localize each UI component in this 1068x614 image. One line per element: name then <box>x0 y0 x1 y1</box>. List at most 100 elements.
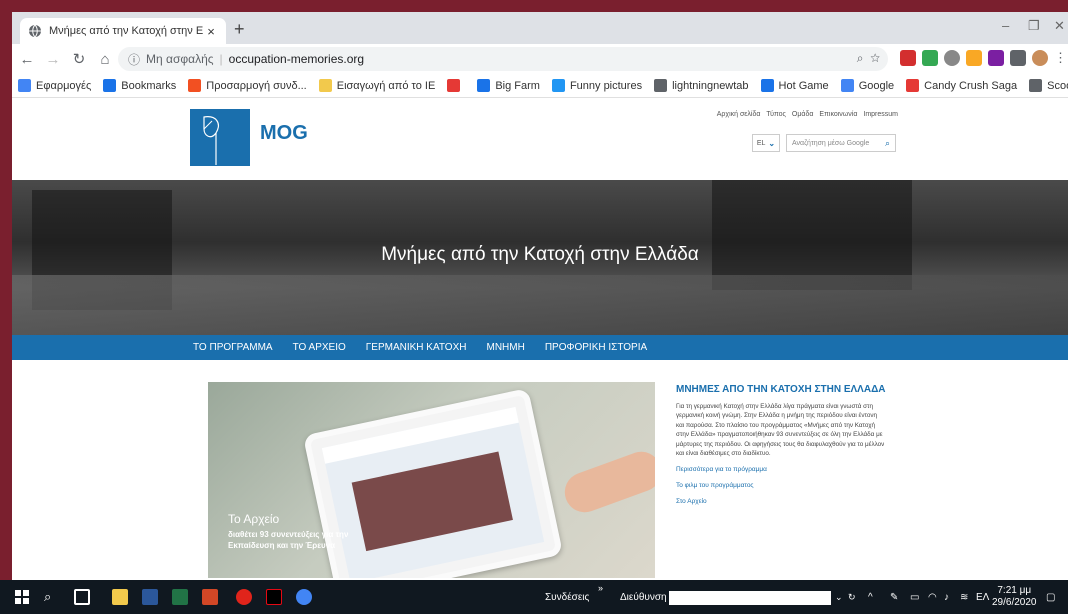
globe-icon <box>29 24 41 38</box>
search-input[interactable]: Αναζήτηση μέσω Google ⌕ <box>786 134 896 152</box>
address-bar[interactable]: ⓘ Μη ασφαλής | occupation-memories.org ⌕… <box>118 47 888 71</box>
new-tab-button[interactable]: + <box>234 18 245 40</box>
top-nav-impressum[interactable]: Impressum <box>863 111 898 118</box>
search-icon[interactable]: ⌕ <box>44 589 60 605</box>
google-icon <box>840 79 854 92</box>
feature-subtitle: διαθέτει 93 συνεντεύξεις για την Εκπαίδε… <box>228 530 349 550</box>
netflix-icon[interactable] <box>266 589 282 605</box>
nav-memory[interactable]: ΜΝΗΜΗ <box>486 342 524 353</box>
info-icon[interactable]: ⓘ <box>128 51 140 68</box>
bookmark-label: Google <box>858 79 895 92</box>
clock[interactable]: 7:21 μμ 29/6/2020 <box>992 585 1037 609</box>
bookmark-item[interactable]: Big Farm <box>477 79 540 92</box>
zoom-icon[interactable]: ⌕ <box>857 51 864 65</box>
language-select[interactable]: EL ⌄ <box>752 134 780 152</box>
funny-icon <box>551 79 565 92</box>
restore-button[interactable]: ❐ <box>1028 18 1040 34</box>
tab-strip: Μνήμες από την Κατοχή στην Ε × + – ❐ ✕ <box>12 12 1068 44</box>
battery-icon[interactable]: ▭ <box>910 592 919 603</box>
nav-oral-history[interactable]: ΠΡΟΦΟΡΙΚΗ ΙΣΤΟΡΙΑ <box>545 342 647 353</box>
forward-icon[interactable]: → <box>42 51 64 68</box>
extension-icon[interactable] <box>944 50 960 66</box>
taskbar-address-input[interactable] <box>669 591 831 605</box>
drive-extension-icon[interactable] <box>922 50 938 66</box>
nav-german-occupation[interactable]: ΓΕΡΜΑΝΙΚΗ ΚΑΤΟΧΗ <box>366 342 467 353</box>
bookmark-item[interactable]: Εισαγωγή από το IE <box>318 79 436 92</box>
extension-icon-2[interactable] <box>966 50 982 66</box>
site-logo-text[interactable]: MOG <box>260 122 308 145</box>
link-more-program[interactable]: Περισσότερα για το πρόγραμμα <box>676 466 886 473</box>
bookmark-item[interactable]: Candy Crush Saga <box>906 79 1017 92</box>
taskbar-refresh-icon[interactable]: ↻ <box>848 592 856 603</box>
connections-chevron[interactable]: » <box>598 583 603 593</box>
bookmark-label: Προσαρμογή συνδ... <box>206 79 307 92</box>
notifications-icon[interactable]: ▢ <box>1046 592 1055 603</box>
bookmark-item[interactable]: lightningnewtab <box>654 79 749 92</box>
bookmark-item[interactable]: Funny pictures <box>551 79 642 92</box>
reload-icon[interactable]: ↻ <box>68 50 90 68</box>
top-nav-contact[interactable]: Επικοινωνία <box>819 111 857 118</box>
top-nav-team[interactable]: Ομάδα <box>792 111 813 118</box>
link-program-film[interactable]: Το φιλμ του προγράμματος <box>676 482 886 489</box>
intro-panel: ΜΝΗΜΕΣ ΑΠΟ ΤΗΝ ΚΑΤΟΧΗ ΣΤΗΝ ΕΛΛΑΔΑ Για τη… <box>676 384 886 514</box>
top-nav-press[interactable]: Τύπος <box>766 111 786 118</box>
task-view-icon[interactable] <box>74 589 90 605</box>
link-archive[interactable]: Στο Αρχείο <box>676 498 886 505</box>
file-explorer-icon[interactable] <box>112 589 128 605</box>
excel-icon[interactable] <box>172 589 188 605</box>
bookmark-label: Εισαγωγή από το IE <box>336 79 436 92</box>
bookmark-item[interactable]: Εφαρμογές <box>18 79 91 92</box>
start-icon[interactable] <box>14 589 30 605</box>
browser-tab[interactable]: Μνήμες από την Κατοχή στην Ε × <box>20 18 226 44</box>
profile-avatar[interactable] <box>1032 50 1048 66</box>
extension-icon-3[interactable] <box>988 50 1004 66</box>
globe-icon <box>654 79 668 92</box>
opera-icon[interactable] <box>236 589 252 605</box>
tab-close-icon[interactable]: × <box>204 24 218 39</box>
omnibox-actions: ⌕ ☆ <box>857 51 880 66</box>
search-icon[interactable]: ⌕ <box>885 138 890 149</box>
clock-date: 29/6/2020 <box>992 597 1037 608</box>
tray-up-icon[interactable]: ^ <box>868 592 873 603</box>
bookmark-item[interactable]: Google <box>840 79 895 92</box>
wifi-icon[interactable]: ◠ <box>928 592 937 603</box>
address-label: Διεύθυνση <box>620 592 667 603</box>
url-text: occupation-memories.org <box>228 52 365 66</box>
powerpoint-icon[interactable] <box>202 589 218 605</box>
main-nav: ΤΟ ΠΡΟΓΡΑΜΜΑ ΤΟ ΑΡΧΕΙΟ ΓΕΡΜΑΝΙΚΗ ΚΑΤΟΧΗ … <box>12 335 1068 360</box>
intro-text: Για τη γερμανική Κατοχή στην Ελλάδα λίγα… <box>676 403 885 458</box>
top-nav-home[interactable]: Αρχική σελίδα <box>717 111 761 118</box>
star-bookmark-icon[interactable]: ☆ <box>870 51 880 65</box>
volume-icon[interactable]: ♪ <box>944 592 949 603</box>
back-icon[interactable]: ← <box>16 51 38 68</box>
tray-app-icon[interactable]: ✎ <box>890 592 898 603</box>
home-icon[interactable]: ⌂ <box>94 51 116 68</box>
connections-label[interactable]: Συνδέσεις <box>545 592 589 603</box>
gmail-extension-icon[interactable] <box>900 50 916 66</box>
nav-archive[interactable]: ΤΟ ΑΡΧΕΙΟ <box>293 342 346 353</box>
minimize-button[interactable]: – <box>1002 18 1009 33</box>
bookmark-item[interactable]: Hot Game <box>760 79 829 92</box>
feature-image[interactable]: Το Αρχείο διαθέτει 93 συνεντεύξεις για τ… <box>208 382 655 578</box>
chrome-icon[interactable] <box>296 589 312 605</box>
apps-icon <box>18 79 31 92</box>
search-placeholder: Αναζήτηση μέσω Google <box>792 139 870 147</box>
puzzle-icon[interactable] <box>1010 50 1026 66</box>
taskbar-chevron-icon[interactable]: ⌄ <box>835 592 843 603</box>
bookmark-item[interactable]: Bookmarks <box>103 79 176 92</box>
site-logo[interactable] <box>190 109 250 166</box>
bookmark-label: Scoop.it! <box>1047 79 1068 92</box>
bookmark-item[interactable]: Scoop.it! <box>1029 79 1068 92</box>
bookmark-item[interactable]: Προσαρμογή συνδ... <box>188 79 307 92</box>
menu-icon[interactable]: ⋮ <box>1054 50 1068 66</box>
feature-title: Το Αρχείο <box>228 512 280 526</box>
word-icon[interactable] <box>142 589 158 605</box>
bookmark-label: lightningnewtab <box>672 79 749 92</box>
bookmark-label: Candy Crush Saga <box>924 79 1018 92</box>
nav-program[interactable]: ΤΟ ΠΡΟΓΡΑΜΜΑ <box>193 342 273 353</box>
windows-icon <box>188 79 202 92</box>
bookmark-item[interactable] <box>447 79 465 92</box>
language-indicator[interactable]: ΕΛ <box>976 592 989 603</box>
close-window-button[interactable]: ✕ <box>1054 18 1065 34</box>
input-method-icon[interactable]: ≋ <box>960 592 968 603</box>
